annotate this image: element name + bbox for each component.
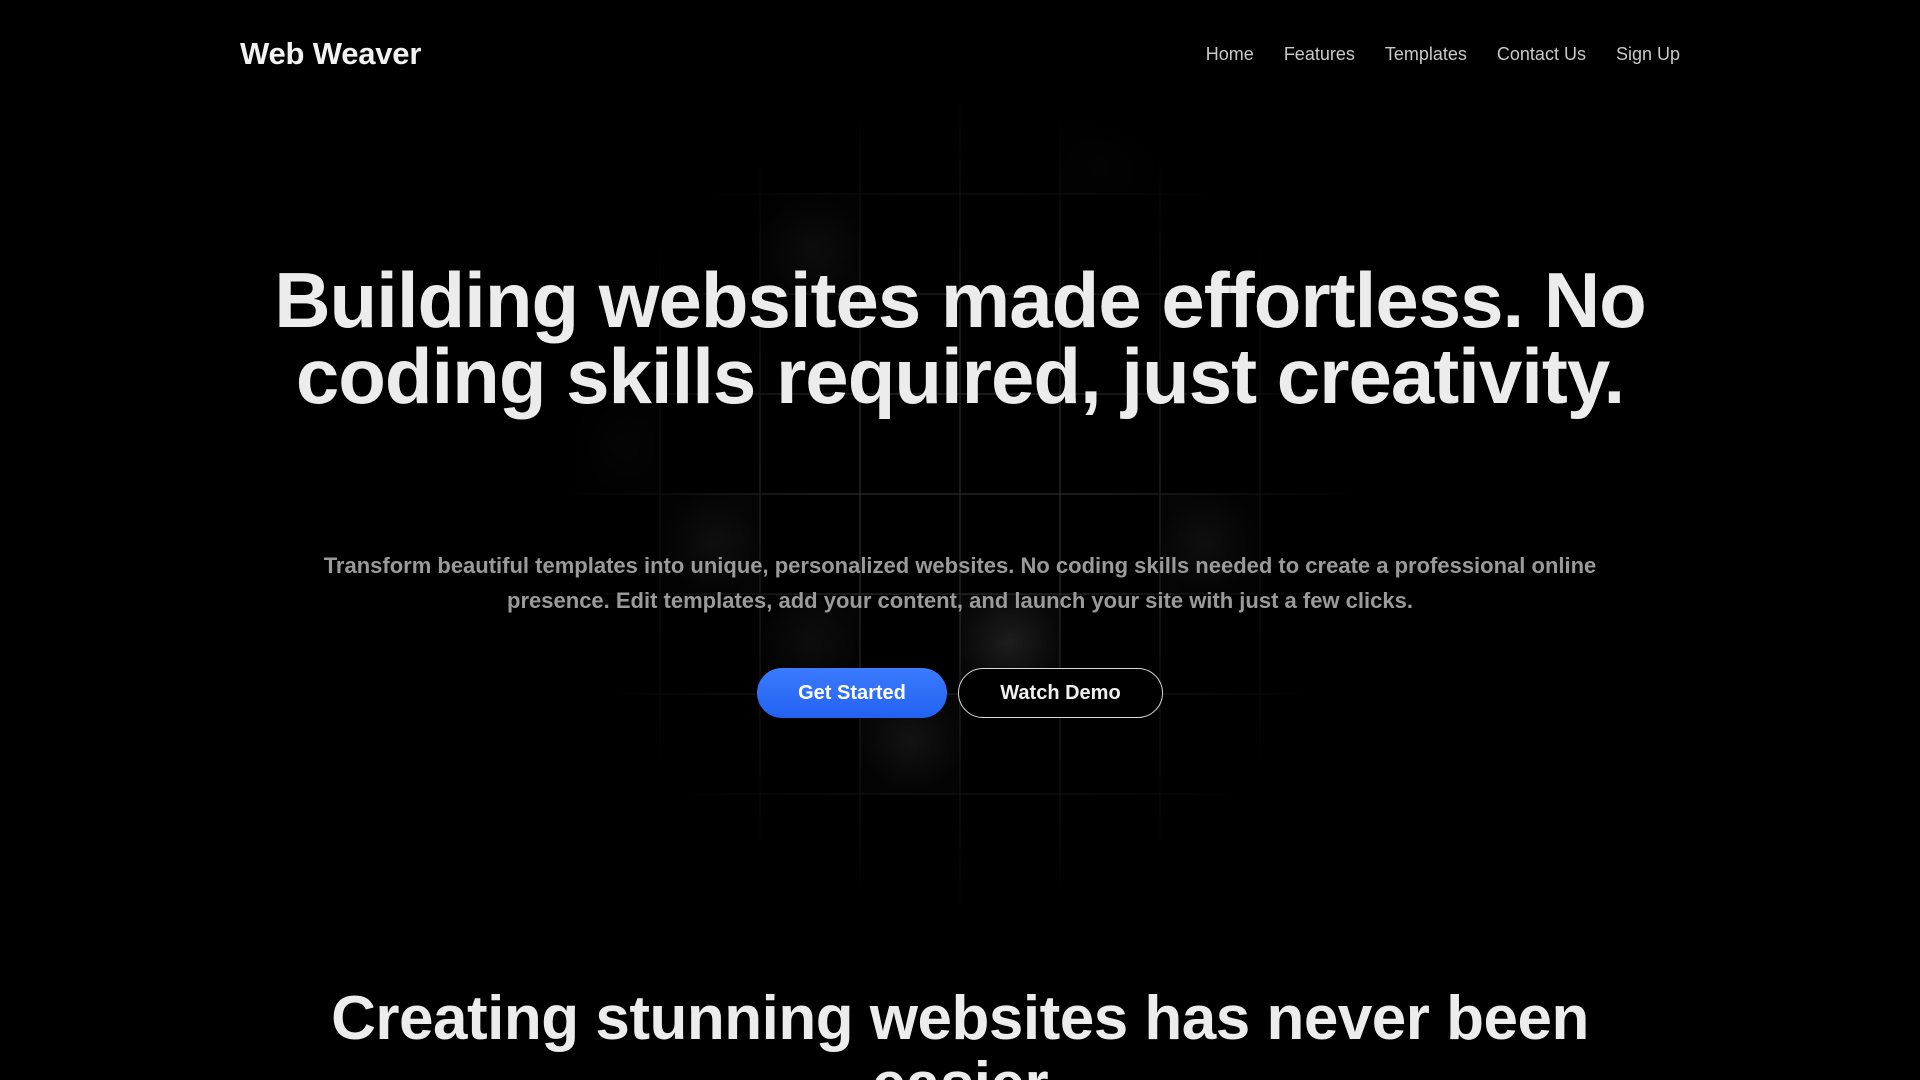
nav-link-home[interactable]: Home [1206,44,1254,65]
hero-title: Building websites made effortless. No co… [274,256,1647,420]
background-grid [560,94,1360,914]
top-navigation: Web Weaver Home Features Templates Conta… [0,0,1920,110]
nav-link-features[interactable]: Features [1284,44,1355,65]
section-title: Creating stunning websites has never bee… [331,984,1589,1080]
nav-link-contact-us[interactable]: Contact Us [1497,44,1586,65]
page: Web Weaver Home Features Templates Conta… [0,0,1920,1080]
hero-subtitle: Transform beautiful templates into uniqu… [323,553,1597,613]
cta-row: Get Started Watch Demo [0,668,1920,718]
nav-link-templates[interactable]: Templates [1385,44,1467,65]
get-started-button[interactable]: Get Started [757,668,947,718]
brand-logo[interactable]: Web Weaver [240,36,421,72]
nav-link-sign-up[interactable]: Sign Up [1616,44,1680,65]
nav-links: Home Features Templates Contact Us Sign … [1206,44,1680,65]
watch-demo-button[interactable]: Watch Demo [958,668,1163,718]
